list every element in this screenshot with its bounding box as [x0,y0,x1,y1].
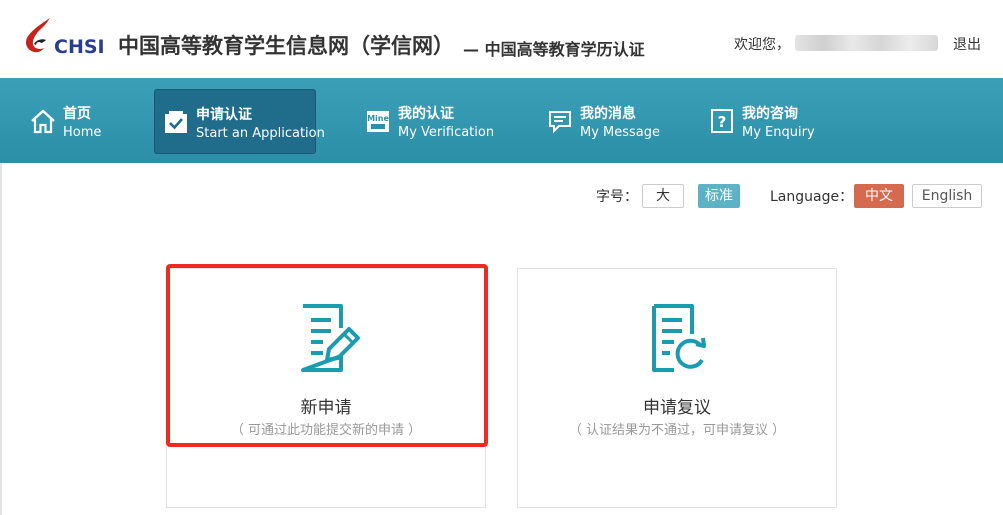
question-icon: ? [711,109,733,133]
nav-label-cn: 首页 [63,106,91,122]
welcome-text: 欢迎您， [734,37,790,53]
nav-item-my-verification[interactable]: Mine 我的认证 My Verification [357,89,507,154]
nav-label-en: My Enquiry [742,125,815,140]
nav-label-cn: 我的咨询 [742,106,798,122]
nav-item-home[interactable]: 首页 Home [22,89,122,154]
logout-link[interactable]: 退出 [953,34,981,54]
logo-text: CHSI [54,36,105,58]
font-size-label: 字号： [596,189,638,205]
site-title: 中国高等教育学生信息网（学信网） [118,34,454,58]
svg-text:Mine: Mine [367,114,389,123]
nav-label-cn: 申请认证 [196,107,252,123]
language-chinese-button[interactable]: 中文 [854,184,904,208]
font-size-large-button[interactable]: 大 [642,184,684,208]
top-header: CHSI 中国高等教育学生信息网（学信网） — 中国高等教育学历认证 欢迎您， … [0,0,1003,78]
check-box-icon [165,111,187,133]
message-icon [549,111,571,134]
nav-label-en: My Message [580,125,661,140]
nav-item-my-message[interactable]: 我的消息 My Message [539,89,679,154]
language-label: Language： [770,189,854,205]
content-border [0,163,2,515]
nav-label-en: Start an Application [196,126,325,141]
svg-text:?: ? [718,113,727,131]
card-title: 新申请 [300,398,352,418]
document-refresh-icon [652,304,706,372]
username-blurred [795,35,938,51]
new-application-card[interactable]: 新申请 （ 可通过此功能提交新的申请 ） [166,268,486,508]
font-size-standard-button[interactable]: 标准 [698,184,740,208]
home-icon [31,109,55,134]
nav-item-my-enquiry[interactable]: ? 我的咨询 My Enquiry [701,89,831,154]
mine-icon: Mine [367,111,389,132]
nav-label-en: My Verification [398,125,495,140]
nav-item-start-application[interactable]: 申请认证 Start an Application [154,89,325,154]
card-title: 申请复议 [643,398,711,418]
card-description: （ 认证结果为不通过，可申请复议 ） [568,423,786,438]
document-edit-icon [301,304,360,372]
nav-label-cn: 我的消息 [580,106,636,122]
card-description: （ 可通过此功能提交新的申请 ） [230,423,422,438]
content-area [0,163,1003,515]
main-nav: 首页 Home 申请认证 Start an Application Mine 我… [0,78,1003,163]
nav-label-en: Home [63,125,102,140]
site-subtitle: — 中国高等教育学历认证 [463,40,645,59]
reconsideration-card[interactable]: 申请复议 （ 认证结果为不通过，可申请复议 ） [517,268,837,508]
nav-label-cn: 我的认证 [398,106,454,122]
language-english-button[interactable]: English [912,184,982,208]
